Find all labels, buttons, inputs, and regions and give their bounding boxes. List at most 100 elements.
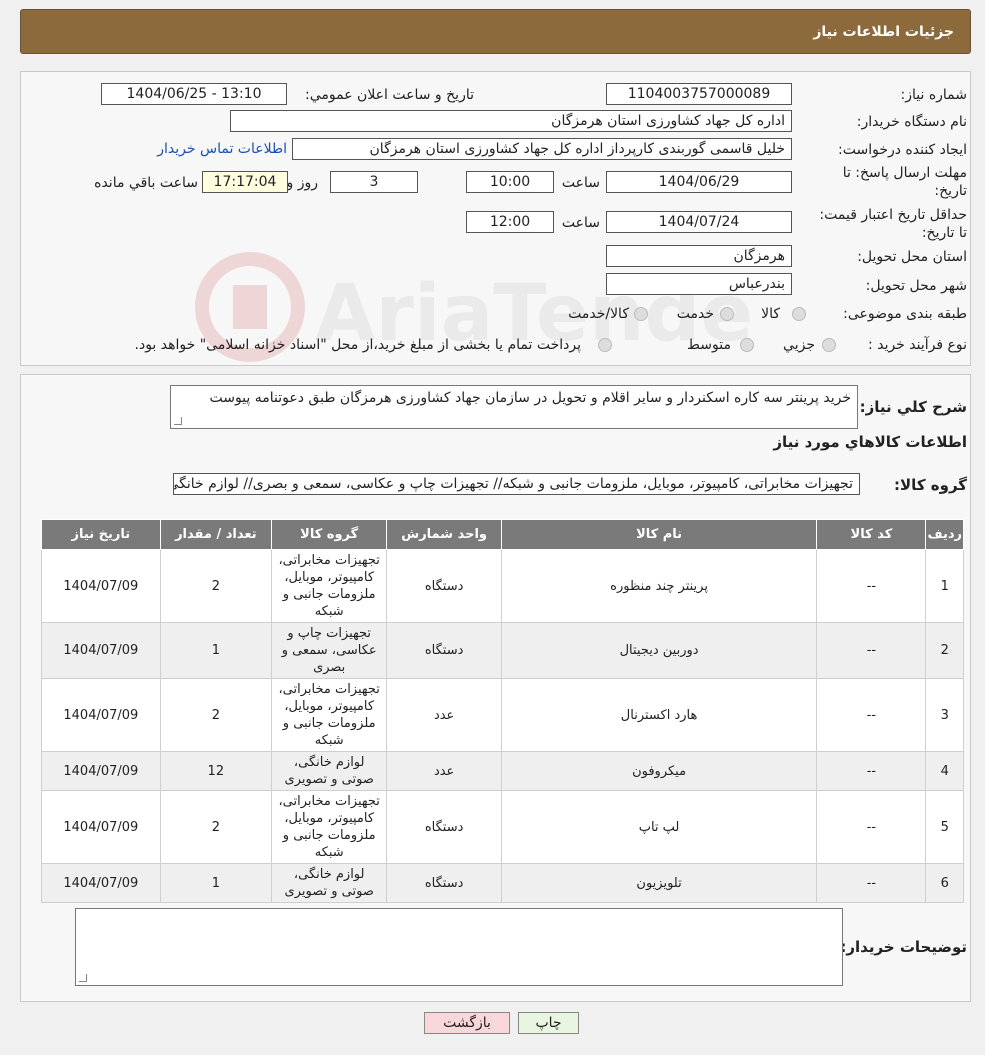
col-qty: تعداد / مقدار bbox=[159, 519, 272, 550]
validity-date-field: 1404/07/24 bbox=[606, 211, 792, 233]
back-button[interactable]: بازگشت bbox=[424, 1012, 510, 1034]
cell-row: 3 bbox=[925, 678, 964, 752]
cell-row: 1 bbox=[925, 549, 964, 623]
cell-code: -- bbox=[816, 622, 927, 679]
category-option-service: خدمت bbox=[676, 306, 714, 322]
deadline-time-label: ساعت bbox=[561, 175, 600, 191]
cell-group: تجهیزات چاپ و عکاسی، سمعی و بصری bbox=[270, 622, 388, 679]
col-row: ردیف bbox=[925, 519, 964, 550]
creator-label: ایجاد کننده درخواست: bbox=[838, 142, 967, 158]
cell-qty: 12 bbox=[159, 751, 272, 791]
validity-time-label: ساعت bbox=[561, 215, 600, 231]
cell-name: تلویزیون bbox=[500, 863, 818, 903]
cell-unit: عدد bbox=[386, 678, 502, 752]
cell-name: هارد اکسترنال bbox=[500, 678, 818, 752]
cell-group: تجهیزات مخابراتی، کامپیوتر، موبایل، ملزو… bbox=[270, 678, 388, 752]
col-date: تاریخ نیاز bbox=[41, 519, 161, 550]
print-button[interactable]: چاپ bbox=[518, 1012, 579, 1034]
table-row: 4 -- میکروفون عدد لوازم خانگی، صوتی و تص… bbox=[41, 751, 964, 791]
announce-field: 1404/06/25 - 13:10 bbox=[101, 83, 287, 105]
process-option-minor: جزیي bbox=[783, 337, 815, 353]
radio-icon[interactable] bbox=[822, 338, 836, 352]
notes-field[interactable] bbox=[75, 908, 843, 986]
province-label: استان محل تحویل: bbox=[857, 249, 967, 265]
radio-icon[interactable] bbox=[792, 307, 806, 321]
radio-icon[interactable] bbox=[720, 307, 734, 321]
table-row: 6 -- تلویزیون دستگاه لوازم خانگی، صوتی و… bbox=[41, 863, 964, 903]
cell-unit: دستگاه bbox=[386, 622, 502, 679]
cell-code: -- bbox=[816, 790, 927, 864]
cell-qty: 1 bbox=[159, 863, 272, 903]
cell-date: 1404/07/09 bbox=[41, 622, 161, 679]
cell-group: تجهیزات مخابراتی، کامپیوتر، موبایل، ملزو… bbox=[270, 790, 388, 864]
city-field: بندرعباس bbox=[606, 273, 792, 295]
desc-label: شرح كلي نياز: bbox=[859, 398, 967, 416]
table-row: 2 -- دوربین دیجیتال دستگاه تجهیزات چاپ و… bbox=[41, 622, 964, 679]
resize-grip-icon[interactable] bbox=[79, 974, 87, 982]
days-label: روز و bbox=[286, 175, 319, 191]
cell-qty: 2 bbox=[159, 549, 272, 623]
table-row: 5 -- لپ تاپ دستگاه تجهیزات مخابراتی، کام… bbox=[41, 790, 964, 864]
page-header: جزئیات اطلاعات نیاز bbox=[20, 9, 971, 54]
desc-field: خرید پرینتر سه کاره اسکنردار و سایر اقلا… bbox=[170, 385, 858, 429]
buyer-org-label: نام دستگاه خریدار: bbox=[856, 114, 967, 130]
process-label: نوع فرآیند خرید : bbox=[868, 337, 967, 353]
cell-group: تجهیزات مخابراتی، کامپیوتر، موبایل، ملزو… bbox=[270, 549, 388, 623]
cell-row: 5 bbox=[925, 790, 964, 864]
deadline-label: مهلت ارسال پاسخ: تا تاریخ: bbox=[842, 165, 967, 199]
col-name: نام کالا bbox=[500, 519, 818, 550]
cell-unit: دستگاه bbox=[386, 549, 502, 623]
cell-code: -- bbox=[816, 751, 927, 791]
radio-icon[interactable] bbox=[634, 307, 648, 321]
cell-code: -- bbox=[816, 863, 927, 903]
contact-link[interactable]: اطلاعات تماس خریدار bbox=[157, 141, 287, 157]
cell-row: 4 bbox=[925, 751, 964, 791]
table-row: 1 -- پرینتر چند منظوره دستگاه تجهیزات مخ… bbox=[41, 549, 964, 623]
cell-qty: 2 bbox=[159, 678, 272, 752]
cell-date: 1404/07/09 bbox=[41, 790, 161, 864]
page-title: جزئیات اطلاعات نیاز bbox=[813, 23, 954, 40]
remaining-time-field: 17:17:04 bbox=[202, 171, 288, 193]
city-label: شهر محل تحویل: bbox=[865, 278, 967, 294]
remaining-label: ساعت باقي مانده bbox=[94, 175, 198, 191]
radio-icon[interactable] bbox=[598, 338, 612, 352]
col-unit: واحد شمارش bbox=[386, 519, 502, 550]
cell-unit: عدد bbox=[386, 751, 502, 791]
validity-time-field: 12:00 bbox=[466, 211, 554, 233]
cell-date: 1404/07/09 bbox=[41, 863, 161, 903]
cell-date: 1404/07/09 bbox=[41, 751, 161, 791]
group-field: تجهیزات مخابراتی، کامپیوتر، موبایل، ملزو… bbox=[173, 473, 860, 495]
need-number-field: 1104003757000089 bbox=[606, 83, 792, 105]
process-option-medium: متوسط bbox=[687, 337, 731, 353]
notes-label: توضیحات خریدار: bbox=[840, 938, 967, 956]
category-option-goods-service: کالا/خدمت bbox=[568, 306, 629, 322]
goods-info-title: اطلاعات كالاهاي مورد نياز bbox=[773, 433, 967, 451]
cell-name: میکروفون bbox=[500, 751, 818, 791]
cell-group: لوازم خانگی، صوتی و تصویری bbox=[270, 751, 388, 791]
cell-date: 1404/07/09 bbox=[41, 549, 161, 623]
table-row: 3 -- هارد اکسترنال عدد تجهیزات مخابراتی،… bbox=[41, 678, 964, 752]
cell-group: لوازم خانگی، صوتی و تصویری bbox=[270, 863, 388, 903]
need-number-label: شماره نیاز: bbox=[900, 87, 968, 103]
cell-name: پرینتر چند منظوره bbox=[500, 549, 818, 623]
process-note: پرداخت تمام یا بخشی از مبلغ خرید،از محل … bbox=[134, 337, 581, 353]
cell-qty: 1 bbox=[159, 622, 272, 679]
cell-name: دوربین دیجیتال bbox=[500, 622, 818, 679]
announce-label: تاریخ و ساعت اعلان عمومي: bbox=[305, 87, 474, 103]
col-group: گروه کالا bbox=[270, 519, 388, 550]
category-option-goods: کالا bbox=[761, 306, 780, 322]
resize-grip-icon[interactable] bbox=[174, 417, 182, 425]
validity-label: حداقل تاریخ اعتبار قیمت: تا تاریخ: bbox=[819, 207, 967, 241]
creator-field: خلیل قاسمی گوربندی کارپرداز اداره کل جها… bbox=[292, 138, 792, 160]
cell-unit: دستگاه bbox=[386, 863, 502, 903]
goods-table: ردیف کد کالا نام کالا واحد شمارش گروه کا… bbox=[41, 519, 964, 903]
col-code: کد کالا bbox=[816, 519, 927, 550]
buyer-org-field: اداره کل جهاد کشاورزی استان هرمزگان bbox=[230, 110, 792, 132]
group-label: گروه کالا: bbox=[894, 476, 967, 494]
deadline-time-field: 10:00 bbox=[466, 171, 554, 193]
province-field: هرمزگان bbox=[606, 245, 792, 267]
cell-row: 6 bbox=[925, 863, 964, 903]
desc-text: خرید پرینتر سه کاره اسکنردار و سایر اقلا… bbox=[209, 390, 851, 406]
category-label: طبقه بندی موضوعی: bbox=[843, 306, 967, 322]
radio-icon[interactable] bbox=[740, 338, 754, 352]
